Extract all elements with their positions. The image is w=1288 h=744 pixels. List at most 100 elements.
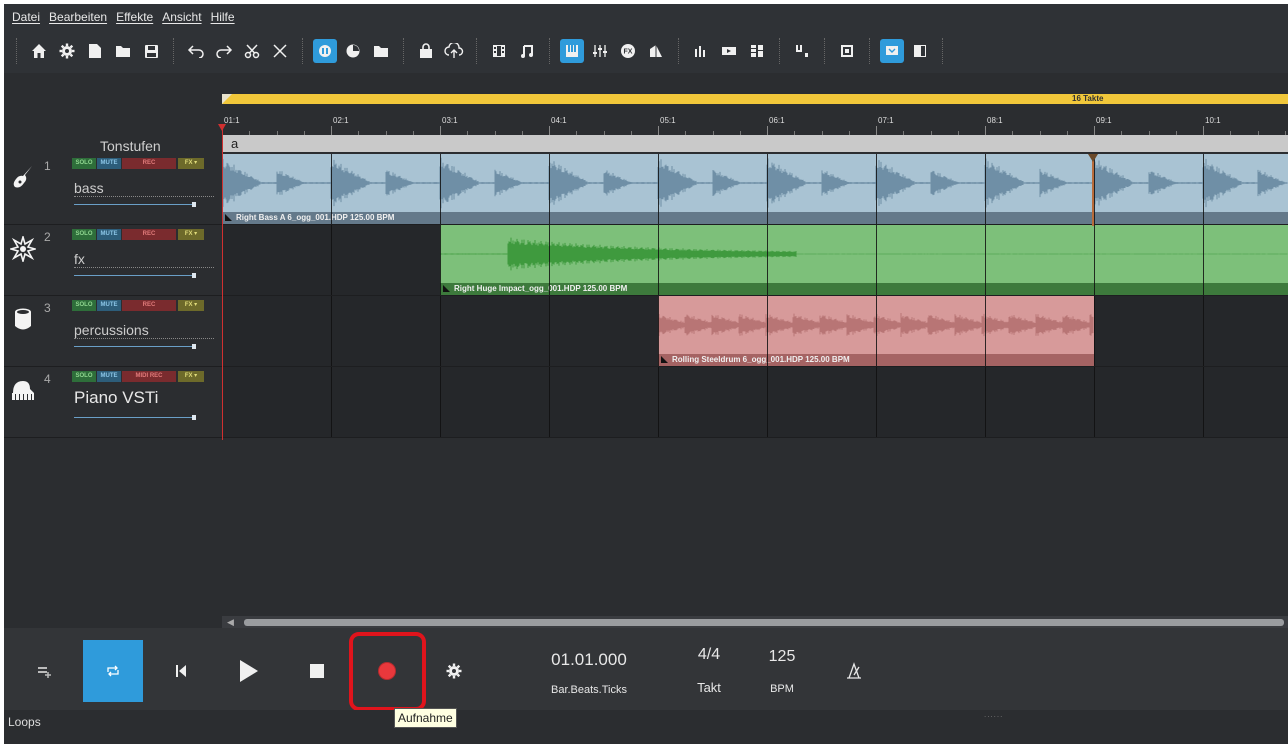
track-header[interactable]: 2 SOLO MUTE REC FX ▾ fx	[4, 225, 222, 296]
resize-grip[interactable]: ......	[984, 710, 1003, 719]
loop-range-label: 16 Takte	[1072, 94, 1104, 103]
time-signature-display[interactable]: 4/4	[684, 646, 734, 664]
screen-icon[interactable]	[833, 36, 861, 66]
bar-label: 07:1	[878, 116, 894, 125]
music-note-icon[interactable]	[513, 36, 541, 66]
track-lane[interactable]	[222, 367, 1288, 438]
folder-icon[interactable]	[367, 36, 395, 66]
waveform	[440, 237, 1288, 271]
undo-icon[interactable]	[182, 36, 210, 66]
video-icon[interactable]	[715, 36, 743, 66]
cloud-upload-icon[interactable]	[440, 36, 468, 66]
track-header[interactable]: 3 SOLO MUTE REC FX ▾ percussions	[4, 296, 222, 367]
bars-icon[interactable]	[687, 36, 715, 66]
loop-button[interactable]	[83, 640, 143, 702]
loop-range-bar[interactable]: 16 Takte	[222, 94, 1288, 104]
bar-gridline	[876, 154, 877, 224]
arranger-title[interactable]: Tonstufen	[100, 138, 161, 154]
volume-slider[interactable]	[74, 202, 196, 207]
stop-button[interactable]	[287, 640, 347, 702]
bar-gridline	[876, 225, 877, 295]
scrollbar-thumb[interactable]	[244, 619, 1284, 626]
record-arm-button[interactable]: REC	[122, 229, 176, 240]
audio-clip[interactable]: Right Bass A 6_ogg_001.HDP 125.00 BPM	[222, 154, 1288, 224]
record-settings-button[interactable]	[424, 640, 484, 702]
skip-to-start-button[interactable]	[151, 640, 211, 702]
fx-button[interactable]: FX ▾	[178, 300, 204, 311]
mute-button[interactable]: MUTE	[97, 158, 121, 169]
tempo-display[interactable]: 125	[757, 648, 807, 666]
menu-bearbeiten[interactable]: Bearbeiten	[49, 10, 107, 24]
midi-record-button[interactable]: MIDI REC	[122, 371, 176, 382]
track-name[interactable]: bass	[74, 175, 214, 197]
bar-gridline	[658, 296, 659, 366]
add-track-button[interactable]	[14, 640, 74, 702]
fx-button[interactable]: FX ▾	[178, 229, 204, 240]
bar-tick	[331, 126, 332, 135]
menu-datei[interactable]: Datei	[12, 10, 40, 24]
volume-slider[interactable]	[74, 344, 196, 349]
track-header[interactable]: 4 SOLO MUTE MIDI REC FX ▾ Piano VSTi	[4, 367, 222, 438]
open-folder-icon[interactable]	[109, 36, 137, 66]
bar-ticks: 01:1 02:1 03:1 04:1 05:1 06:1 07:1 08:1 09:1 10:1	[222, 114, 1288, 136]
home-icon[interactable]	[25, 36, 53, 66]
bar-gridline	[1094, 225, 1095, 295]
track-name[interactable]: fx	[74, 246, 214, 268]
save-icon[interactable]	[137, 36, 165, 66]
solo-button[interactable]: SOLO	[72, 229, 96, 240]
bar-gridline	[440, 367, 441, 437]
eq-icon[interactable]	[586, 36, 614, 66]
menu-ansicht[interactable]: Ansicht	[162, 10, 201, 24]
track-name[interactable]: Piano VSTi	[74, 386, 214, 408]
settings-icon[interactable]	[53, 36, 81, 66]
mixer-view-icon[interactable]	[313, 39, 337, 63]
film-icon[interactable]	[485, 36, 513, 66]
mute-button[interactable]: MUTE	[97, 229, 121, 240]
track-name[interactable]: percussions	[74, 317, 214, 339]
new-file-icon[interactable]	[81, 36, 109, 66]
audio-clip[interactable]: Right Huge Impact_ogg_001.HDP 125.00 BPM	[440, 225, 1288, 295]
record-arm-button[interactable]: REC	[122, 158, 176, 169]
track-lane[interactable]: Rolling Steeldrum 6_ogg_001.HDP 125.00 B…	[222, 296, 1288, 367]
position-display[interactable]: 01.01.000	[539, 650, 639, 670]
track-header[interactable]: 1 SOLO MUTE REC FX ▾ bass	[4, 154, 222, 225]
toolbar-separator	[403, 38, 404, 64]
play-button[interactable]	[219, 640, 279, 702]
fx-button[interactable]: FX ▾	[178, 371, 204, 382]
monitor-icon[interactable]	[880, 39, 904, 63]
volume-slider[interactable]	[74, 273, 196, 278]
panel-icon[interactable]	[906, 36, 934, 66]
menu-hilfe[interactable]: Hilfe	[211, 10, 235, 24]
playhead[interactable]	[218, 124, 226, 440]
timeline-ruler[interactable]: 16 Takte 01:1 02:1 03:1 04:1 05:1 06:1 07:1 08:…	[222, 94, 1288, 156]
piano-keys-icon[interactable]	[560, 39, 584, 63]
marker-label[interactable]: a	[231, 136, 238, 151]
redo-icon[interactable]	[210, 36, 238, 66]
loop-end-marker[interactable]	[1088, 154, 1098, 226]
track-lane[interactable]: Right Huge Impact_ogg_001.HDP 125.00 BPM	[222, 225, 1288, 296]
marker-strip[interactable]	[222, 135, 1288, 152]
horizontal-scrollbar[interactable]: ◀	[222, 616, 1288, 628]
mute-button[interactable]: MUTE	[97, 371, 121, 382]
delete-icon[interactable]	[266, 36, 294, 66]
solo-button[interactable]: SOLO	[72, 300, 96, 311]
fx-icon[interactable]: FX	[614, 36, 642, 66]
menu-effekte[interactable]: Effekte	[116, 10, 153, 24]
bar-gridline	[658, 225, 659, 295]
dial-icon[interactable]	[339, 36, 367, 66]
grid-icon[interactable]	[743, 36, 771, 66]
metronome-button[interactable]	[824, 640, 884, 702]
mute-button[interactable]: MUTE	[97, 300, 121, 311]
track-lane[interactable]: Right Bass A 6_ogg_001.HDP 125.00 BPM	[222, 154, 1288, 225]
tuner-icon[interactable]	[788, 36, 816, 66]
record-arm-button[interactable]: REC	[122, 300, 176, 311]
solo-button[interactable]: SOLO	[72, 371, 96, 382]
fx-button[interactable]: FX ▾	[178, 158, 204, 169]
brush-icon[interactable]	[642, 36, 670, 66]
scroll-left-arrow-icon[interactable]: ◀	[227, 617, 234, 628]
cut-icon[interactable]	[238, 36, 266, 66]
bar-label: 10:1	[1205, 116, 1221, 125]
shop-icon[interactable]	[412, 36, 440, 66]
volume-slider[interactable]	[74, 415, 196, 420]
solo-button[interactable]: SOLO	[72, 158, 96, 169]
